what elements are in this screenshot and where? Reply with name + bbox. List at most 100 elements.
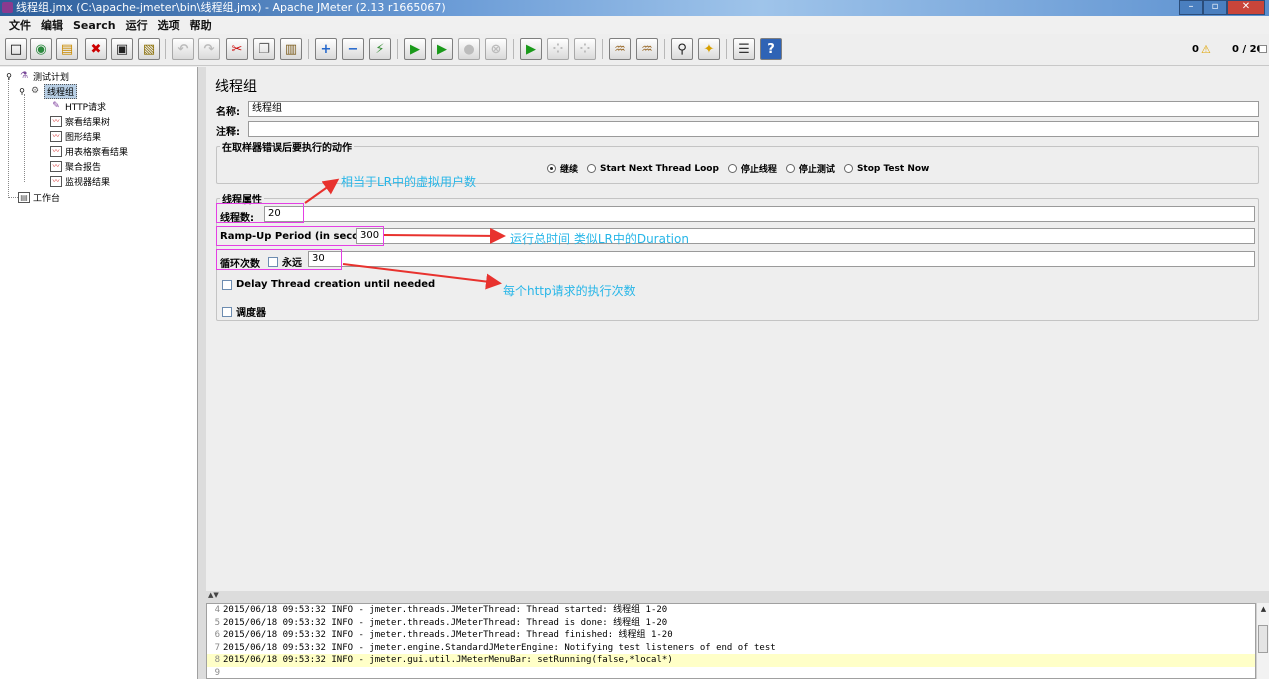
tree-item-aggregate-report[interactable]: 〰 聚合报告 (50, 159, 101, 173)
minimize-button[interactable]: – (1179, 0, 1203, 15)
tree-item-graph-results[interactable]: 〰 图形结果 (50, 129, 101, 143)
start-icon[interactable]: ▶ (404, 38, 426, 60)
threads-annotation: 相当于LR中的虚拟用户数 (341, 175, 477, 189)
menu-options[interactable]: 选项 (153, 17, 185, 33)
radio-stop-test[interactable]: 停止测试 (785, 162, 835, 175)
log-line: 9 (214, 667, 220, 678)
workbench-icon: ▤ (18, 191, 30, 203)
radio-continue[interactable]: 继续 (547, 162, 578, 175)
loops-annotation: 每个http请求的执行次数 (503, 284, 636, 298)
checkbox-box[interactable] (222, 306, 232, 317)
rampup-highlight-box (216, 226, 384, 246)
toggle-icon[interactable]: ⚡ (369, 38, 391, 60)
test-plan-tree: ⚲ ⚗ 测试计划 ⚲ ⚙ 线程组 ✎ HTTP请求 〰 察看结果树 〰 图形结果… (0, 67, 198, 679)
radio-stop-thread[interactable]: 停止线程 (727, 162, 777, 175)
delay-thread-creation-checkbox[interactable]: Delay Thread creation until needed (222, 279, 435, 290)
tree-connector (8, 197, 18, 198)
maximize-button[interactable]: ▫ (1203, 0, 1227, 15)
window-controls: – ▫ ✕ (1179, 0, 1265, 15)
tree-connector (24, 94, 25, 182)
save-icon[interactable]: ▣ (111, 38, 133, 60)
thread-group-icon: ⚙ (30, 86, 40, 96)
name-field[interactable]: 线程组 (248, 101, 1259, 117)
paste-icon[interactable]: ▥ (280, 38, 302, 60)
log-scrollbar[interactable]: ▲ (1256, 603, 1269, 679)
scheduler-checkbox[interactable]: 调度器 (222, 304, 266, 319)
checkbox-box[interactable] (222, 279, 232, 290)
tree-item-view-results-tree[interactable]: 〰 察看结果树 (50, 114, 110, 128)
undo-icon[interactable]: ↶ (172, 38, 194, 60)
threads-field[interactable]: 20 (264, 206, 1255, 222)
menu-edit[interactable]: 编辑 (36, 17, 68, 33)
close-window-button[interactable]: ✕ (1227, 0, 1265, 15)
collapse-icon[interactable]: − (342, 38, 364, 60)
open-icon[interactable]: ▤ (56, 38, 78, 60)
radio-stop-test-now[interactable]: Stop Test Now (843, 164, 929, 174)
menu-file[interactable]: 文件 (4, 17, 36, 33)
log-line-current: 8 2015/06/18 09:53:32 INFO - jmeter.gui.u… (207, 654, 1255, 667)
tree-item-table-results[interactable]: 〰 用表格察看结果 (50, 144, 128, 158)
log-line: 4 2015/06/18 09:53:32 INFO - jmeter.threa… (214, 605, 668, 615)
rampup-field[interactable]: 300 (356, 228, 1255, 244)
remote-stop-icon[interactable]: ⁘ (547, 38, 569, 60)
function-helper-icon[interactable]: ☰ (733, 38, 755, 60)
loop-field[interactable]: 30 (308, 251, 1255, 267)
new-icon[interactable]: □ (5, 38, 27, 60)
rampup-annotation: 运行总时间 类似LR中的Duration (510, 232, 689, 246)
tree-item-workbench[interactable]: ▤ 工作台 (18, 190, 60, 204)
comment-field[interactable] (248, 121, 1259, 137)
stop-icon[interactable]: ● (458, 38, 480, 60)
tree-item-monitor-results[interactable]: 〰 监视器结果 (50, 174, 110, 188)
tree-item-test-plan[interactable]: ⚲ ⚗ 测试计划 (3, 69, 69, 83)
copy-icon[interactable]: ❐ (253, 38, 275, 60)
menu-help[interactable]: 帮助 (185, 17, 217, 33)
cut-icon[interactable]: ✂ (226, 38, 248, 60)
toolbar-separator (165, 39, 166, 59)
tree-expand-icon[interactable]: ⚲ (3, 71, 15, 82)
thread-group-panel: 线程组 名称: 线程组 注释: 在取样器错误后要执行的动作 继续 Start N… (206, 67, 1269, 591)
page-title: 线程组 (215, 79, 257, 95)
close-icon[interactable]: ✖ (85, 38, 107, 60)
warning-icon[interactable]: ⚠ (1201, 43, 1211, 56)
horizontal-splitter[interactable]: ▲▼ (206, 591, 1269, 603)
radio-dot[interactable] (587, 164, 597, 173)
error-action-radios: 继续 Start Next Thread Loop 停止线程 停止测试 Stop… (547, 162, 938, 175)
scroll-thumb[interactable] (1258, 625, 1268, 653)
window-title: 线程组.jmx (C:\apache-jmeter\bin\线程组.jmx) -… (16, 1, 446, 14)
remote-shutdown-icon[interactable]: ⁘ (574, 38, 596, 60)
clear-icon[interactable]: ♒ (609, 38, 631, 60)
tree-expand-icon[interactable]: ⚲ (18, 86, 26, 97)
clear-all-icon[interactable]: ♒ (636, 38, 658, 60)
tree-item-thread-group[interactable]: ⚲ ⚙ 线程组 (18, 83, 78, 99)
tree-connector (8, 78, 9, 198)
menu-run[interactable]: 运行 (121, 17, 153, 33)
redo-icon[interactable]: ↷ (198, 38, 220, 60)
menu-search[interactable]: Search (68, 19, 121, 32)
start-no-pause-icon[interactable]: ▶ (431, 38, 453, 60)
log-line: 6 2015/06/18 09:53:32 INFO - jmeter.threa… (214, 630, 673, 640)
vertical-splitter[interactable] (198, 67, 206, 679)
templates-icon[interactable]: ◉ (30, 38, 52, 60)
toolbar: □ ◉ ▤ ✖ ▣ ▧ ↶ ↷ ✂ ❐ ▥ + − ⚡ ▶ ▶ ● ⊗ ▶ ⁘ … (0, 34, 1269, 66)
radio-start-next-loop[interactable]: Start Next Thread Loop (587, 164, 719, 174)
name-label: 名称: (216, 107, 240, 118)
radio-dot[interactable] (785, 164, 795, 173)
tree-item-http-request[interactable]: ✎ HTTP请求 (50, 99, 106, 113)
radio-dot[interactable] (727, 164, 737, 173)
help-icon[interactable]: ? (760, 38, 782, 60)
menu-bar: 文件 编辑 Search 运行 选项 帮助 (0, 16, 1269, 34)
log-viewer[interactable]: 4 2015/06/18 09:53:32 INFO - jmeter.threa… (206, 603, 1256, 679)
reset-search-icon[interactable]: ✦ (698, 38, 720, 60)
radio-dot[interactable] (547, 164, 556, 173)
expand-icon[interactable]: + (315, 38, 337, 60)
radio-dot[interactable] (843, 164, 853, 173)
scroll-up-icon[interactable]: ▲ (1257, 603, 1269, 616)
listener-icon: 〰 (50, 145, 62, 157)
save-as-icon[interactable]: ▧ (138, 38, 160, 60)
flask-icon: ⚗ (19, 71, 29, 81)
window-title-bar: 线程组.jmx (C:\apache-jmeter\bin\线程组.jmx) -… (0, 0, 1269, 16)
search-icon[interactable]: ⚲ (671, 38, 693, 60)
log-toggle-checkbox[interactable] (1259, 45, 1267, 53)
remote-start-icon[interactable]: ▶ (520, 38, 542, 60)
shutdown-icon[interactable]: ⊗ (485, 38, 507, 60)
